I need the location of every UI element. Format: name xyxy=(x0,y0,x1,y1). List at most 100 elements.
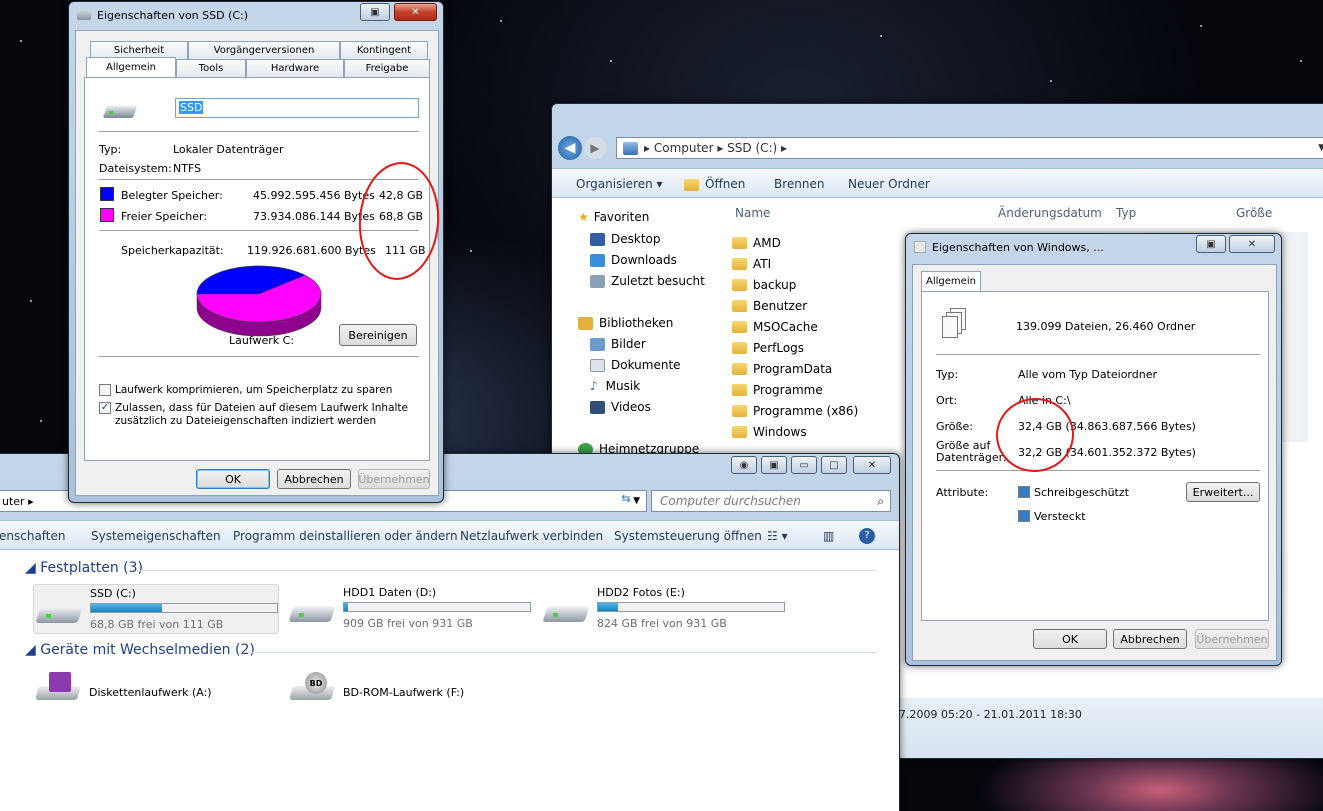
tab-allgemein[interactable]: Allgemein xyxy=(921,271,981,291)
uninstall-button[interactable]: Programm deinstallieren oder ändern xyxy=(233,529,458,543)
close-icon[interactable]: ✕ xyxy=(853,456,891,474)
readonly-checkbox[interactable] xyxy=(1018,486,1030,498)
free-bytes: 73.934.086.144 Bytes xyxy=(253,210,375,223)
hidden-checkbox[interactable] xyxy=(1018,510,1030,522)
tab-tools[interactable]: Tools xyxy=(176,59,246,77)
nav-favorites[interactable]: ★ Favoriten xyxy=(578,210,649,224)
win-props-title: Eigenschaften von Windows, ... xyxy=(932,240,1104,254)
star-icon: ★ xyxy=(578,210,589,224)
forward-button[interactable]: ▶ xyxy=(584,137,606,159)
system-properties-button[interactable]: Systemeigenschaften xyxy=(91,529,221,543)
bd-rom-drive-label[interactable]: BD-ROM-Laufwerk (F:) xyxy=(343,686,464,699)
nav-pictures[interactable]: Bilder xyxy=(590,337,646,351)
group-removable-header[interactable]: ◢ Geräte mit Wechselmedien (2) xyxy=(25,642,255,658)
minimize-button[interactable]: ▭ xyxy=(791,456,817,474)
file-name: Programme (x86) xyxy=(753,403,859,418)
floppy-drive-label[interactable]: Diskettenlaufwerk (A:) xyxy=(89,686,212,699)
preview-pane-icon[interactable]: ▥ xyxy=(823,529,834,543)
explorer-ssd-addressbar-row: ◀ ▶ ▸ Computer ▸ SSD (C:) ▸ ▼ xyxy=(558,134,1323,162)
search-icon[interactable]: ⌕ xyxy=(877,494,884,509)
win-props-body: Allgemein 139.099 Dateien, 26.460 Ordner… xyxy=(912,264,1277,661)
drive-name-input[interactable]: SSD xyxy=(175,98,419,118)
drive-usage-fill xyxy=(598,603,619,611)
tab-allgemein[interactable]: Allgemein xyxy=(86,57,176,77)
hidden-label[interactable]: Versteckt xyxy=(1034,510,1086,523)
control-panel-button[interactable]: Systemsteuerung öffnen xyxy=(614,529,762,543)
drive-usage-bar xyxy=(90,603,278,613)
file-name: Windows xyxy=(753,424,807,439)
drive-letter-label: Laufwerk C: xyxy=(229,334,295,347)
bd-rom-drive-icon[interactable]: BD xyxy=(287,672,335,700)
tab-freigabe[interactable]: Freigabe xyxy=(344,59,430,77)
col-name[interactable]: Name xyxy=(735,206,770,220)
file-name: PerfLogs xyxy=(753,340,805,355)
help-icon[interactable]: ? xyxy=(859,528,875,544)
folder-icon xyxy=(732,404,747,417)
col-type[interactable]: Typ xyxy=(1116,206,1136,220)
compress-label[interactable]: Laufwerk komprimieren, um Speicherplatz … xyxy=(115,384,392,396)
filesystem-label: Dateisystem: xyxy=(99,162,172,175)
index-checkbox[interactable]: ✓ xyxy=(99,402,111,414)
tab-kontingent[interactable]: Kontingent xyxy=(340,41,428,59)
breadcrumb-computer[interactable]: Computer xyxy=(654,141,714,155)
capacity-bytes: 119.926.681.600 Bytes xyxy=(247,244,376,257)
tab-vorgaengerversionen[interactable]: Vorgängerversionen xyxy=(188,41,340,59)
apply-button[interactable]: Übernehmen xyxy=(358,469,430,489)
close-icon[interactable]: ✕ xyxy=(394,3,437,21)
min-button[interactable]: ◉ xyxy=(731,456,757,474)
nav-downloads[interactable]: Downloads xyxy=(590,253,677,267)
nav-recent[interactable]: Zuletzt besucht xyxy=(590,274,705,288)
floppy-drive-icon[interactable] xyxy=(33,672,81,700)
drive-tile-1[interactable]: HDD1 Daten (D:) 909 GB frei von 931 GB xyxy=(287,584,533,634)
drive-name: HDD2 Fotos (E:) xyxy=(597,586,685,599)
search-input[interactable]: Computer durchsuchen ⌕ xyxy=(651,490,891,512)
breadcrumb-ssd[interactable]: SSD (C:) xyxy=(727,141,777,155)
open-button[interactable]: Öffnen xyxy=(684,177,745,191)
nav-libraries[interactable]: Bibliotheken xyxy=(578,316,673,330)
ok-button[interactable]: OK xyxy=(1033,629,1107,649)
nav-documents[interactable]: Dokumente xyxy=(590,358,681,372)
apply-button[interactable]: Übernehmen xyxy=(1195,629,1269,649)
nav-desktop[interactable]: Desktop xyxy=(590,232,661,246)
cleanup-button[interactable]: Bereinigen xyxy=(339,324,417,346)
refresh-icon[interactable]: ⇆ xyxy=(615,492,637,510)
music-icon: ♪ xyxy=(590,379,598,393)
maximize-button[interactable]: □ xyxy=(821,456,847,474)
drive-free-text: 824 GB frei von 931 GB xyxy=(597,617,727,630)
advanced-button[interactable]: Erweitert... xyxy=(1186,482,1260,502)
map-drive-button[interactable]: Netzlaufwerk verbinden xyxy=(460,529,603,543)
restore-button[interactable]: ▣ xyxy=(1196,235,1226,253)
drive-tile-2[interactable]: HDD2 Fotos (E:) 824 GB frei von 931 GB xyxy=(541,584,787,634)
address-bar[interactable]: ▸ Computer ▸ SSD (C:) ▸ ▼ xyxy=(616,137,1323,159)
group-hdd-header[interactable]: ◢ Festplatten (3) xyxy=(25,560,143,576)
chevron-down-icon[interactable]: ▼ xyxy=(1318,143,1323,153)
tab-hardware[interactable]: Hardware xyxy=(246,59,344,77)
drive-tile-0[interactable]: SSD (C:) 68,8 GB frei von 111 GB xyxy=(33,584,279,634)
col-size[interactable]: Größe xyxy=(1236,206,1272,220)
nav-videos[interactable]: Videos xyxy=(590,400,651,414)
type-label: Typ: xyxy=(99,143,122,156)
index-label-line1[interactable]: Zulassen, dass für Dateien auf diesem La… xyxy=(115,402,408,414)
col-date[interactable]: Änderungsdatum xyxy=(998,206,1102,220)
restore-button-small[interactable]: ▣ xyxy=(761,456,787,474)
back-button[interactable]: ◀ xyxy=(558,136,582,160)
compress-checkbox[interactable] xyxy=(99,384,111,396)
index-label-line2[interactable]: zusätzlich zu Dateieigenschaften indizie… xyxy=(115,415,376,427)
folder-icon xyxy=(732,425,747,438)
burn-button[interactable]: Brennen xyxy=(774,177,824,191)
close-icon[interactable]: ✕ xyxy=(1229,235,1275,253)
used-color-swatch xyxy=(100,187,114,201)
view-options-icon[interactable]: ☷ ▾ xyxy=(767,529,788,543)
new-folder-button[interactable]: Neuer Ordner xyxy=(848,177,930,191)
hard-drive-icon xyxy=(288,598,337,626)
ok-button[interactable]: OK xyxy=(196,469,270,489)
restore-button[interactable]: ▣ xyxy=(360,3,390,21)
cancel-button[interactable]: Abbrechen xyxy=(277,469,351,489)
explorer-ssd-toolbar: Organisieren ▾ Öffnen Brennen Neuer Ordn… xyxy=(552,168,1323,198)
readonly-label[interactable]: Schreibgeschützt xyxy=(1034,486,1129,499)
cancel-button[interactable]: Abbrechen xyxy=(1113,629,1187,649)
organize-button[interactable]: Organisieren ▾ xyxy=(576,177,663,191)
nav-music[interactable]: ♪ Musik xyxy=(590,379,640,393)
breadcrumb-computer-tail[interactable]: uter ▸ xyxy=(2,495,34,508)
properties-button[interactable]: enschaften xyxy=(0,529,66,543)
